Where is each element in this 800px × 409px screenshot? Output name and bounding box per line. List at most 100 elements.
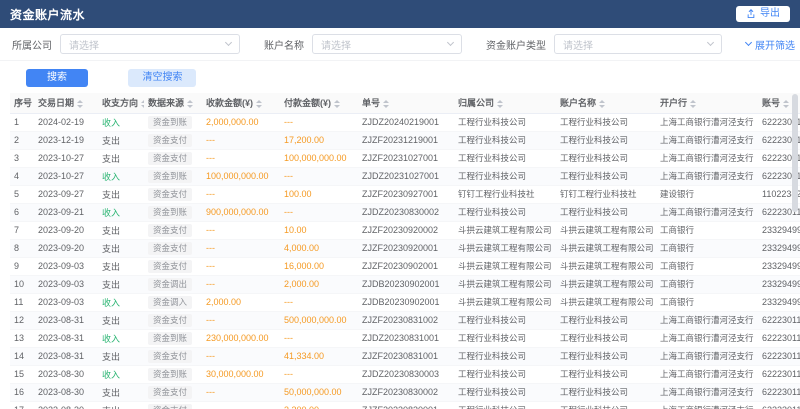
account-number: 23329499 (758, 239, 800, 257)
row-index: 13 (10, 329, 34, 347)
account-name: 斗拱云建筑工程有限公司 (556, 239, 656, 257)
direction-label: 支出 (102, 406, 120, 409)
bank-name: 上海工商银行漕河泾支行 (656, 167, 758, 185)
payment-amount: 3,300.00 (280, 401, 358, 409)
expand-filter-link[interactable]: 展开筛选 (746, 37, 795, 52)
data-source: 资金到账 (144, 329, 202, 347)
sort-icon[interactable] (383, 100, 389, 108)
column-label: 交易日期 (38, 98, 74, 108)
sort-icon[interactable] (497, 100, 503, 108)
row-index: 2 (10, 131, 34, 149)
bank-name: 工商银行 (656, 257, 758, 275)
direction-label: 支出 (102, 280, 120, 290)
column-header-6[interactable]: 付款金额(¥) (280, 93, 358, 113)
data-source-tag: 资金支付 (148, 386, 192, 399)
sort-icon[interactable] (77, 100, 83, 108)
sort-icon[interactable] (783, 100, 789, 108)
account-name: 斗拱云建筑工程有限公司 (556, 275, 656, 293)
table-row: 12024-02-19收入资金到账2,000,000.00---ZJDZ2024… (10, 113, 800, 131)
column-header-9[interactable]: 账户名称 (556, 93, 656, 113)
payment-amount: 500,000,000.00 (280, 311, 358, 329)
column-header-7[interactable]: 单号 (358, 93, 454, 113)
filter-section: 所属公司 请选择 账户名称 请选择 资金账户类型 请选择 (0, 28, 800, 93)
account-name: 工程行业科技公司 (556, 311, 656, 329)
owning-company: 工程行业科技公司 (454, 401, 556, 409)
company-select[interactable]: 请选择 (60, 34, 240, 54)
export-button[interactable]: 导出 (736, 6, 790, 22)
owning-company: 斗拱云建筑工程有限公司 (454, 257, 556, 275)
data-source: 资金支付 (144, 239, 202, 257)
column-label: 序号 (14, 98, 32, 108)
data-source: 资金到账 (144, 365, 202, 383)
sort-icon[interactable] (141, 100, 144, 108)
search-button[interactable]: 搜索 (26, 69, 88, 87)
direction: 支出 (98, 401, 144, 409)
account-name: 工程行业科技公司 (556, 131, 656, 149)
data-source: 资金到账 (144, 203, 202, 221)
column-header-5[interactable]: 收款金额(¥) (202, 93, 280, 113)
receipt-amount: --- (202, 383, 280, 401)
column-header-10[interactable]: 开户行 (656, 93, 758, 113)
account-type-select[interactable]: 请选择 (554, 34, 722, 54)
sort-icon[interactable] (690, 100, 696, 108)
transaction-date: 2023-08-31 (34, 311, 98, 329)
column-label: 收款金额(¥) (206, 98, 253, 108)
sort-icon[interactable] (256, 100, 262, 108)
order-number: ZJZF20231027001 (358, 149, 454, 167)
receipt-amount: 30,000,000.00 (202, 365, 280, 383)
bank-name: 上海工商银行漕河泾支行 (656, 203, 758, 221)
payment-amount: --- (280, 329, 358, 347)
payment-amount: 4,000.00 (280, 239, 358, 257)
account-name: 工程行业科技公司 (556, 113, 656, 131)
sort-icon[interactable] (187, 100, 193, 108)
column-header-4[interactable]: 数据来源 (144, 93, 202, 113)
column-label: 账户名称 (560, 98, 596, 108)
account-number: 62223011 (758, 365, 800, 383)
owning-company: 工程行业科技公司 (454, 113, 556, 131)
owning-company: 工程行业科技公司 (454, 365, 556, 383)
payment-amount: 16,000.00 (280, 257, 358, 275)
export-button-label: 导出 (760, 9, 780, 19)
clear-search-button[interactable]: 清空搜索 (128, 69, 196, 87)
payment-amount: --- (280, 365, 358, 383)
data-source: 资金到账 (144, 113, 202, 131)
direction: 收入 (98, 365, 144, 383)
transaction-date: 2023-09-20 (34, 239, 98, 257)
owning-company: 工程行业科技公司 (454, 203, 556, 221)
table-body: 12024-02-19收入资金到账2,000,000.00---ZJDZ2024… (10, 113, 800, 409)
direction-label: 支出 (102, 154, 120, 164)
data-source: 资金支付 (144, 221, 202, 239)
data-source: 资金支付 (144, 257, 202, 275)
bank-name: 上海工商银行漕河泾支行 (656, 383, 758, 401)
table-header-row: 序号交易日期 收支方向数据来源收款金额(¥) 付款金额(¥)单号归属公司账户名称 开户… (10, 93, 800, 113)
direction-label: 收入 (102, 208, 120, 218)
bank-name: 工商银行 (656, 275, 758, 293)
account-name-select[interactable]: 请选择 (312, 34, 462, 54)
table-row: 132023-08-31收入资金到账230,000,000.00---ZJDZ2… (10, 329, 800, 347)
filter-buttons: 搜索 清空搜索 (12, 61, 788, 93)
vertical-scrollbar[interactable] (792, 94, 798, 212)
payment-amount: --- (280, 203, 358, 221)
account-name: 钉钉工程行业科技社 (556, 185, 656, 203)
transaction-date: 2023-09-27 (34, 185, 98, 203)
transaction-date: 2023-08-31 (34, 329, 98, 347)
account-name: 工程行业科技公司 (556, 203, 656, 221)
sort-icon[interactable] (334, 100, 340, 108)
order-number: ZJDZ20240219001 (358, 113, 454, 131)
bank-name: 上海工商银行漕河泾支行 (656, 311, 758, 329)
direction: 收入 (98, 203, 144, 221)
account-name: 工程行业科技公司 (556, 365, 656, 383)
chevron-down-icon (225, 39, 232, 46)
sort-icon[interactable] (599, 100, 605, 108)
column-header-3[interactable]: 收支方向 (98, 93, 144, 113)
row-index: 10 (10, 275, 34, 293)
order-number: ZJZF20231219001 (358, 131, 454, 149)
account-number: 23329499 (758, 293, 800, 311)
column-header-8[interactable]: 归属公司 (454, 93, 556, 113)
data-source-tag: 资金调出 (148, 278, 192, 291)
table-row: 42023-10-27收入资金到账100,000,000.00---ZJDZ20… (10, 167, 800, 185)
payment-amount: 100.00 (280, 185, 358, 203)
data-source-tag: 资金支付 (148, 260, 192, 273)
bank-name: 上海工商银行漕河泾支行 (656, 329, 758, 347)
column-header-2[interactable]: 交易日期 (34, 93, 98, 113)
